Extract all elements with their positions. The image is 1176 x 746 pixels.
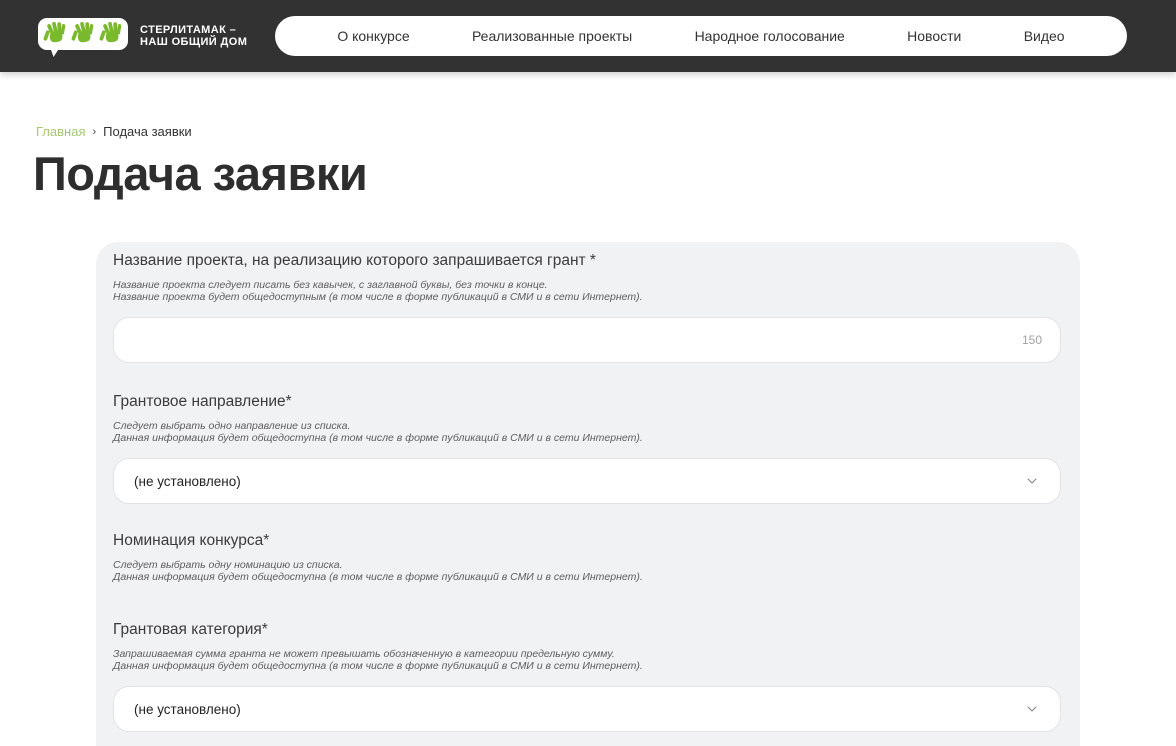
breadcrumb-separator: › — [92, 125, 97, 138]
grant-category-label: Грантовая категория* — [113, 621, 268, 638]
hint-line: Следует выбрать одно направление из спис… — [113, 420, 351, 432]
grant-category-select[interactable]: (не установлено) — [113, 686, 1061, 732]
hand-icon — [40, 19, 70, 49]
chevron-down-icon — [1024, 473, 1040, 489]
main-nav: О конкурсе Реализованные проекты Народно… — [275, 16, 1127, 56]
hint-line: Данная информация будет общедоступна (в … — [113, 659, 643, 672]
nav-item-public-voting[interactable]: Народное голосование — [695, 28, 845, 44]
nav-item-about-contest[interactable]: О конкурсе — [337, 28, 409, 44]
hand-icon — [68, 19, 98, 49]
field-project-name: Название проекта, на реализацию которого… — [113, 251, 1063, 363]
hint-line: Данная информация будет общедоступна (в … — [113, 431, 643, 444]
grant-direction-select-value: (не установлено) — [134, 473, 241, 489]
breadcrumb: Главная › Подача заявки — [36, 124, 1176, 139]
site-header: СТЕРЛИТАМАК – НАШ ОБЩИЙ ДОМ О конкурсе Р… — [0, 0, 1176, 72]
grant-category-hint: Запрашиваемая сумма гранта не может прев… — [113, 648, 1063, 672]
project-name-hint: Название проекта следует писать без кавы… — [113, 279, 1063, 303]
nav-item-video[interactable]: Видео — [1024, 28, 1065, 44]
site-logo[interactable]: СТЕРЛИТАМАК – НАШ ОБЩИЙ ДОМ — [38, 18, 247, 50]
contest-nomination-hint: Следует выбрать одну номинацию из списка… — [113, 559, 1063, 583]
hint-line: Название проекта будет общедоступным (в … — [113, 290, 643, 303]
hand-icon — [96, 19, 126, 49]
project-name-input[interactable] — [113, 317, 1061, 363]
grant-direction-label: Грантовое направление* — [113, 393, 292, 410]
hint-line: Данная информация будет общедоступна (в … — [113, 570, 643, 583]
contest-nomination-label: Номинация конкурса* — [113, 532, 270, 549]
logo-text-line2: НАШ ОБЩИЙ ДОМ — [140, 36, 248, 48]
field-contest-nomination: Номинация конкурса* Следует выбрать одну… — [113, 531, 1063, 583]
hint-line: Следует выбрать одну номинацию из списка… — [113, 559, 343, 571]
field-grant-category: Грантовая категория* Запрашиваемая сумма… — [113, 620, 1063, 732]
logo-text-line1: СТЕРЛИТАМАК – — [140, 23, 237, 36]
breadcrumb-current: Подача заявки — [103, 124, 192, 139]
main-content: Главная › Подача заявки Подача заявки На… — [0, 72, 1176, 746]
breadcrumb-home-link[interactable]: Главная — [36, 124, 85, 139]
grant-direction-select[interactable]: (не установлено) — [113, 458, 1061, 504]
chevron-down-icon — [1024, 701, 1040, 717]
nav-item-news[interactable]: Новости — [907, 28, 961, 44]
field-grant-direction: Грантовое направление* Следует выбрать о… — [113, 392, 1063, 504]
page-title: Подача заявки — [33, 147, 368, 200]
hint-line: Название проекта следует писать без кавы… — [113, 279, 548, 291]
application-form-card: Название проекта, на реализацию которого… — [96, 242, 1080, 746]
hint-line: Запрашиваемая сумма гранта не может прев… — [113, 648, 615, 660]
project-name-input-wrap: 150 — [113, 317, 1063, 363]
grant-direction-hint: Следует выбрать одно направление из спис… — [113, 420, 1063, 444]
grant-category-select-value: (не установлено) — [134, 701, 241, 717]
project-name-label: Название проекта, на реализацию которого… — [113, 252, 596, 269]
logo-hands-icon — [38, 18, 128, 50]
logo-text: СТЕРЛИТАМАК – НАШ ОБЩИЙ ДОМ — [140, 24, 247, 49]
nav-item-realized-projects[interactable]: Реализованные проекты — [472, 28, 632, 44]
